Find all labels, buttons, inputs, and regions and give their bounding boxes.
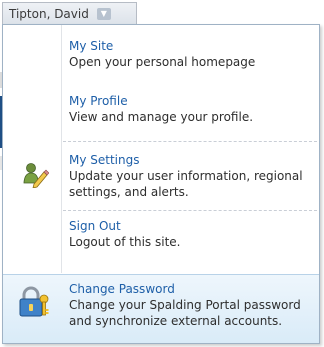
user-name: Tipton, David <box>9 6 89 21</box>
menu-item-description: Change your Spalding Portal password and… <box>69 298 301 328</box>
menu-item-title[interactable]: Sign Out <box>69 218 121 234</box>
menu-item-description: Update your user information, regional s… <box>69 169 303 199</box>
menu-item-description: Open your personal homepage <box>69 55 256 69</box>
menu-item-change-password[interactable]: Change Password Change your Spalding Por… <box>3 274 319 343</box>
menu-item-title[interactable]: My Site <box>69 38 113 54</box>
user-menu-button[interactable]: Tipton, David ▼ <box>2 2 137 24</box>
person-pencil-icon <box>21 160 49 188</box>
chevron-down-icon[interactable]: ▼ <box>96 7 111 20</box>
menu-item-my-settings[interactable]: My Settings Update your user information… <box>3 142 319 210</box>
user-dropdown-menu: My Site Open your personal homepage My P… <box>2 24 320 344</box>
menu-item-description: View and manage your profile. <box>69 110 254 124</box>
padlock-keys-icon <box>17 285 51 319</box>
menu-item-description: Logout of this site. <box>69 235 181 249</box>
menu-item-title[interactable]: My Profile <box>69 93 128 109</box>
menu-item-sign-out[interactable]: Sign Out Logout of this site. <box>3 211 319 273</box>
menu-item-title[interactable]: My Settings <box>69 152 140 168</box>
menu-item-my-site[interactable]: My Site Open your personal homepage <box>3 25 319 83</box>
menu-item-my-profile[interactable]: My Profile View and manage your profile. <box>3 83 319 141</box>
menu-item-title[interactable]: Change Password <box>69 281 175 297</box>
